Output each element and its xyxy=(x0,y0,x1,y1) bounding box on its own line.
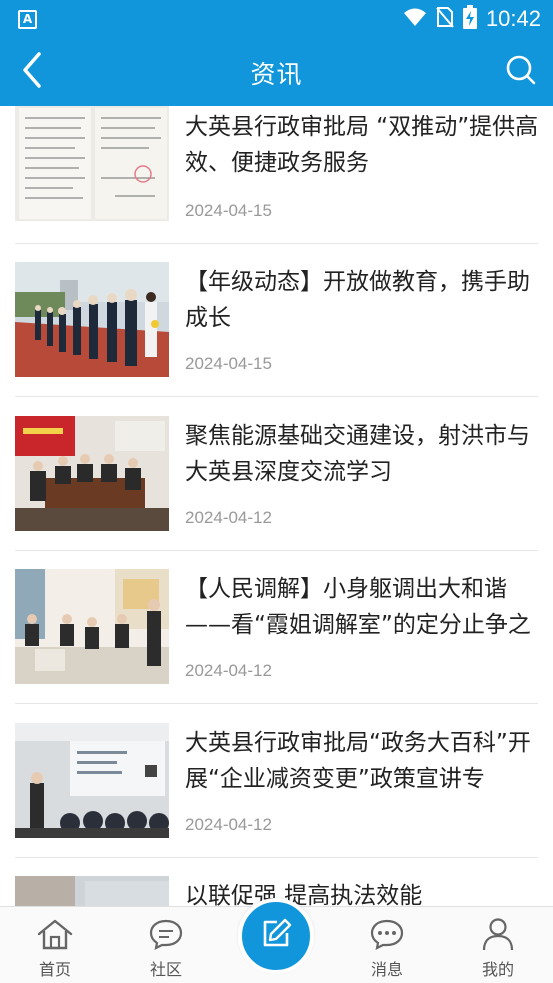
chat-bubble-icon xyxy=(146,916,186,952)
news-thumbnail-students-lineup xyxy=(15,262,169,377)
battery-charging-icon xyxy=(462,5,477,33)
status-bar: A 10:42 xyxy=(0,0,553,38)
tab-messages-label: 消息 xyxy=(370,960,403,979)
news-item[interactable]: 大英县行政审批局“政务大百科”开展“企业减资变更”政策宣讲专 2024-04-1… xyxy=(15,705,538,858)
news-thumbnail-street xyxy=(15,876,169,906)
news-title: 大英县行政审批局“政务大百科”开展“企业减资变更”政策宣讲专 xyxy=(185,730,531,792)
edit-icon xyxy=(259,917,293,955)
user-icon xyxy=(478,916,518,952)
home-icon xyxy=(35,916,75,952)
tab-mine-label: 我的 xyxy=(481,960,514,979)
status-time: 10:42 xyxy=(485,6,541,31)
news-list: 大英县行政审批局 “双推动”提供高效、便捷政务服务 2024-04-15 【年级… xyxy=(0,106,553,906)
news-thumbnail-handwritten-letter xyxy=(15,106,169,221)
tab-home-label: 首页 xyxy=(38,960,71,979)
news-title: 大英县行政审批局 “双推动”提供高效、便捷政务服务 xyxy=(185,114,539,176)
app-notification-icon: A xyxy=(18,10,37,29)
news-item[interactable]: 【人民调解】小身躯调出大和谐——看“霞姐调解室”的定分止争之 2024-04-1… xyxy=(15,551,538,704)
search-icon xyxy=(505,54,537,90)
news-title: 【年级动态】开放做教育，携手助成长 xyxy=(185,269,530,331)
top-bar: A 10:42 资讯 xyxy=(0,0,553,106)
tab-community-label: 社区 xyxy=(149,960,182,979)
tab-home[interactable]: 首页 xyxy=(10,907,100,983)
news-thumbnail-meeting-room xyxy=(15,416,169,531)
tab-messages[interactable]: 消息 xyxy=(342,907,432,983)
message-icon xyxy=(367,916,407,952)
news-title: 以联促强 提高执法效能 xyxy=(185,883,423,906)
news-date: 2024-04-12 xyxy=(185,661,272,680)
no-sim-icon xyxy=(436,6,454,32)
news-item[interactable]: 聚焦能源基础交通建设，射洪市与大英县深度交流学习 2024-04-12 xyxy=(15,398,538,551)
tab-mine[interactable]: 我的 xyxy=(453,907,543,983)
news-title: 【人民调解】小身躯调出大和谐——看“霞姐调解室”的定分止争之 xyxy=(185,576,531,638)
news-date: 2024-04-12 xyxy=(185,815,272,834)
nav-bar: 资讯 xyxy=(0,38,553,106)
news-item[interactable]: 大英县行政审批局 “双推动”提供高效、便捷政务服务 2024-04-15 xyxy=(15,106,538,244)
news-title: 聚焦能源基础交通建设，射洪市与大英县深度交流学习 xyxy=(185,423,530,485)
search-button[interactable] xyxy=(499,50,543,94)
status-icons: 10:42 xyxy=(403,5,541,33)
app-screen: A 10:42 资讯 大英县行政审批局 “双推动”提供高效、便捷政务服务 202… xyxy=(0,0,553,983)
wifi-icon xyxy=(403,7,427,31)
news-item[interactable]: 【年级动态】开放做教育，携手助成长 2024-04-15 xyxy=(15,244,538,397)
news-thumbnail-lecture-hall xyxy=(15,723,169,838)
news-thumbnail-mediation-room xyxy=(15,569,169,684)
news-date: 2024-04-15 xyxy=(185,354,272,373)
news-date: 2024-04-12 xyxy=(185,508,272,527)
page-title: 资讯 xyxy=(250,60,303,89)
compose-button[interactable] xyxy=(238,898,314,974)
news-date: 2024-04-15 xyxy=(185,201,272,220)
tab-community[interactable]: 社区 xyxy=(121,907,211,983)
